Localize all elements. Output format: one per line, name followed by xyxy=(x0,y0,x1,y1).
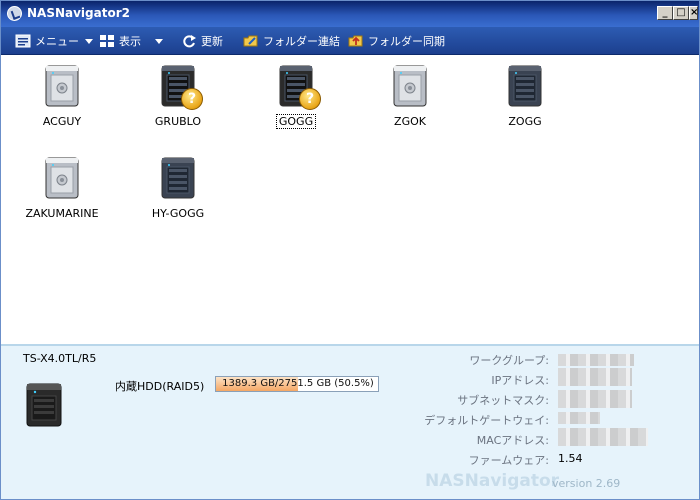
device-item-zogg[interactable]: ZOGG xyxy=(470,60,580,140)
refresh-label: 更新 xyxy=(201,35,223,48)
toolbar: メニュー 表示 更新 フォルダー連結 フォルダー同期 xyxy=(1,27,699,55)
folder-sync-button[interactable]: フォルダー同期 xyxy=(348,27,445,55)
model-name: TS-X4.0TL/R5 xyxy=(23,352,97,365)
hdd-label: 内蔵HDD(RAID5) xyxy=(115,380,205,393)
device-name: GOGG xyxy=(241,114,351,129)
title-bar[interactable]: NASNavigator2 _ □ × xyxy=(1,1,699,27)
firmware-label: ファームウェア: xyxy=(468,454,549,467)
device-list: ACGUY? GRUBLO? GOGG ZGOK ZOGG ZAKUMARINE HY-GO… xyxy=(1,56,699,344)
device-item-hy-gogg[interactable]: HY-GOGG xyxy=(123,152,233,232)
nas-device-icon xyxy=(26,383,62,427)
nas-device-icon xyxy=(392,64,428,108)
firmware-value: 1.54 xyxy=(558,452,583,465)
device-name: ZAKUMARINE xyxy=(25,207,99,220)
close-icon: × xyxy=(690,7,699,18)
mac-address-label: MACアドレス: xyxy=(476,434,549,447)
view-label: 表示 xyxy=(119,35,141,48)
folder-sync-icon xyxy=(348,34,364,48)
hdd-usage-bar: 1389.3 GB/2751.5 GB (50.5%) xyxy=(215,376,379,392)
minimize-button[interactable]: _ xyxy=(657,6,673,20)
view-icon xyxy=(99,34,115,48)
view-button[interactable]: 表示 xyxy=(99,27,163,55)
ip-address-value-redacted xyxy=(558,368,632,386)
mac-address-value-redacted xyxy=(558,428,648,446)
chevron-down-icon xyxy=(155,38,163,44)
version-text: version 2.69 xyxy=(552,477,621,490)
folder-link-label: フォルダー連結 xyxy=(263,35,340,48)
menu-icon xyxy=(15,34,31,48)
device-name: ACGUY xyxy=(42,115,82,128)
workgroup-value-redacted xyxy=(558,354,634,366)
device-name: ZGOK xyxy=(394,115,426,128)
device-item-acguy[interactable]: ACGUY xyxy=(7,60,117,140)
device-item-zakumarine[interactable]: ZAKUMARINE xyxy=(7,152,117,232)
menu-label: メニュー xyxy=(35,35,79,48)
ip-address-label: IPアドレス: xyxy=(491,374,549,387)
menu-button[interactable]: メニュー xyxy=(15,27,93,55)
folder-link-button[interactable]: フォルダー連結 xyxy=(243,27,340,55)
device-item-zgok[interactable]: ZGOK xyxy=(355,60,465,140)
nas-device-icon xyxy=(507,64,543,108)
default-gateway-label: デフォルトゲートウェイ: xyxy=(424,414,549,427)
workgroup-label: ワークグループ: xyxy=(469,354,549,367)
refresh-button[interactable]: 更新 xyxy=(181,27,223,55)
nas-device-icon xyxy=(44,64,80,108)
close-button[interactable]: × xyxy=(689,6,698,20)
app-window: NASNavigator2 _ □ × メニュー 表示 更新 フォルダー連結 フ… xyxy=(0,0,700,500)
device-name: GRUBLO xyxy=(154,115,202,128)
chevron-down-icon xyxy=(85,38,93,44)
nas-device-icon xyxy=(44,156,80,200)
maximize-button[interactable]: □ xyxy=(673,6,689,20)
folder-sync-label: フォルダー同期 xyxy=(368,35,445,48)
app-icon xyxy=(7,6,22,21)
window-title: NASNavigator2 xyxy=(27,6,130,20)
brand-logo: NASNavigator xyxy=(425,471,560,491)
folder-link-icon xyxy=(243,34,259,48)
hdd-usage-text: 1389.3 GB/2751.5 GB (50.5%) xyxy=(222,378,374,389)
device-item-gogg[interactable]: ? GOGG xyxy=(241,60,351,140)
unknown-status-icon: ? xyxy=(181,88,203,110)
subnet-mask-label: サブネットマスク: xyxy=(457,394,549,407)
refresh-icon xyxy=(181,34,197,48)
device-item-grublo[interactable]: ? GRUBLO xyxy=(123,60,233,140)
device-name: HY-GOGG xyxy=(151,207,205,220)
default-gateway-value-redacted xyxy=(558,412,600,424)
device-info-panel: TS-X4.0TL/R5 内蔵HDD(RAID5) 1389.3 GB/2751… xyxy=(1,344,699,499)
device-name: ZOGG xyxy=(508,115,542,128)
nas-device-icon xyxy=(160,156,196,200)
unknown-status-icon: ? xyxy=(299,88,321,110)
subnet-mask-value-redacted xyxy=(558,390,632,408)
